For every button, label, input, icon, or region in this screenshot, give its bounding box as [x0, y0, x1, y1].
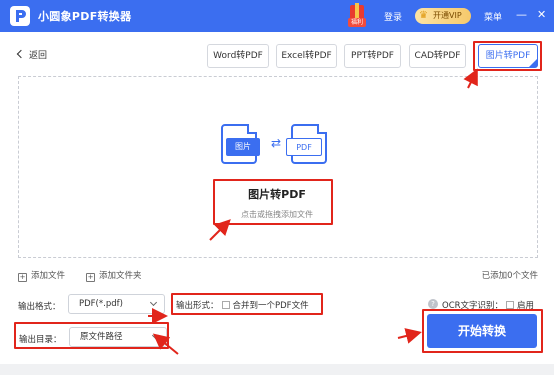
annotation-arrows: [148, 68, 478, 355]
annotation-arrow-dropzone: [209, 219, 231, 241]
bottom-strip: [0, 364, 554, 375]
annotation-arrow-tab: [463, 68, 478, 89]
annotation-arrow-output-dir: [152, 333, 179, 355]
annotation-arrow-start: [397, 328, 422, 344]
